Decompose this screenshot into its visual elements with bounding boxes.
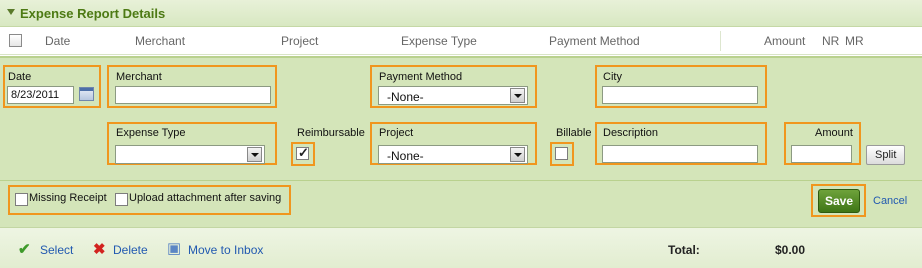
move-to-inbox-link[interactable]: Move to Inbox (188, 243, 263, 257)
missing-receipt-checkbox[interactable] (15, 193, 28, 206)
column-amount[interactable]: Amount (764, 34, 805, 48)
column-expense-type[interactable]: Expense Type (401, 34, 477, 48)
expense-report-panel: Expense Report Details Date Merchant Pro… (0, 0, 922, 268)
calendar-icon[interactable] (79, 87, 94, 101)
city-input[interactable] (602, 86, 758, 104)
split-button[interactable]: Split (866, 145, 906, 165)
expense-type-label: Expense Type (116, 127, 186, 139)
total-label: Total: (668, 243, 700, 257)
missing-receipt-label[interactable]: Missing Receipt (29, 192, 107, 204)
project-value: -None- (387, 149, 424, 163)
panel-title: Expense Report Details (20, 6, 166, 21)
expense-type-select[interactable] (115, 145, 265, 164)
footer-toolbar: ✔ Select ✖ Delete ▣ Move to Inbox Total:… (0, 227, 922, 268)
panel-header[interactable]: Expense Report Details (0, 0, 922, 27)
date-input[interactable] (7, 86, 74, 104)
cancel-link[interactable]: Cancel (873, 195, 907, 207)
checkmark-icon[interactable]: ✔ (18, 240, 31, 258)
column-divider (720, 31, 721, 51)
delete-x-icon[interactable]: ✖ (93, 240, 106, 258)
dropdown-arrow-icon[interactable] (510, 88, 525, 103)
column-project[interactable]: Project (281, 34, 318, 48)
inbox-icon[interactable]: ▣ (167, 239, 181, 257)
save-button[interactable]: Save (818, 189, 860, 213)
column-mr[interactable]: MR (845, 34, 864, 48)
reimbursable-checkbox[interactable] (296, 145, 309, 161)
total-value: $0.00 (775, 243, 806, 257)
date-label: Date (8, 71, 32, 83)
merchant-input[interactable] (115, 86, 271, 104)
column-date[interactable]: Date (45, 34, 70, 48)
project-select[interactable]: -None- (378, 145, 528, 164)
column-payment-method[interactable]: Payment Method (549, 34, 640, 48)
payment-method-label: Payment Method (379, 71, 463, 83)
city-label: City (603, 71, 622, 83)
select-link[interactable]: Select (40, 243, 73, 257)
column-header-row: Date Merchant Project Expense Type Payme… (0, 27, 922, 55)
reimbursable-label: Reimbursable (297, 127, 365, 139)
billable-label: Billable (556, 127, 592, 139)
project-label: Project (379, 127, 414, 139)
billable-checkbox[interactable] (555, 147, 568, 160)
amount-input[interactable] (791, 145, 852, 163)
column-nr[interactable]: NR (822, 34, 839, 48)
column-merchant[interactable]: Merchant (135, 34, 185, 48)
select-all-checkbox[interactable] (9, 34, 22, 47)
upload-after-saving-label[interactable]: Upload attachment after saving (129, 192, 281, 204)
upload-after-saving-checkbox[interactable] (115, 193, 128, 206)
dropdown-arrow-icon[interactable] (510, 147, 525, 162)
amount-label: Amount (815, 127, 853, 139)
dropdown-arrow-icon[interactable] (247, 147, 262, 162)
description-input[interactable] (602, 145, 758, 163)
merchant-label: Merchant (116, 71, 162, 83)
payment-method-value: -None- (387, 90, 424, 104)
collapse-arrow-icon[interactable] (7, 9, 15, 15)
description-label: Description (603, 127, 659, 139)
payment-method-select[interactable]: -None- (378, 86, 528, 105)
delete-link[interactable]: Delete (113, 243, 148, 257)
